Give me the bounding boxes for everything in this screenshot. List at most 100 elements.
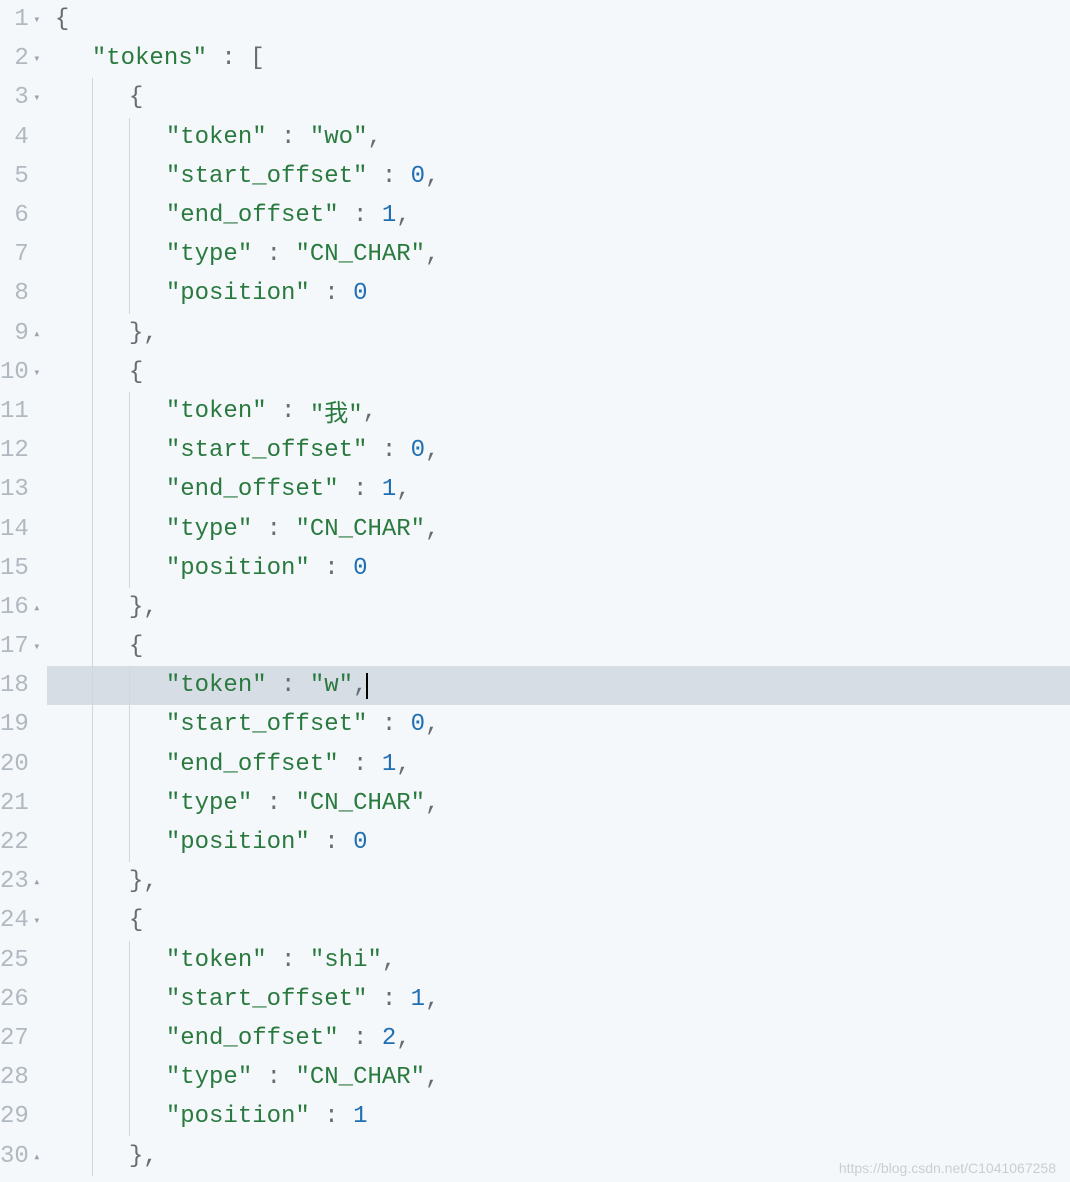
fold-toggle-icon[interactable]: ▾ [31, 51, 43, 66]
code-token: }, [129, 1143, 158, 1170]
line-number: 7 [14, 241, 28, 268]
code-line[interactable]: "token" : "shi", [47, 941, 1070, 980]
fold-toggle-icon[interactable]: ▾ [31, 365, 43, 380]
indent-guide [55, 157, 92, 196]
code-token: "w" [310, 672, 353, 699]
indent-guide [129, 823, 166, 862]
code-line[interactable]: "end_offset" : 1, [47, 745, 1070, 784]
indent-guide [55, 274, 92, 313]
code-line[interactable]: { [47, 353, 1070, 392]
line-number: 19 [0, 711, 29, 738]
gutter-row: 14 [0, 509, 47, 548]
code-line[interactable]: }, [47, 862, 1070, 901]
fold-collapse-up-icon[interactable]: ▴ [31, 326, 43, 341]
indent-guide [92, 1097, 129, 1136]
indent-guide [129, 705, 166, 744]
indent-guide [129, 196, 166, 235]
code-token: 1 [382, 751, 396, 778]
code-line[interactable]: }, [47, 314, 1070, 353]
indent-guide [55, 666, 92, 705]
indent-guide [55, 78, 92, 117]
gutter-row: 10▾ [0, 353, 47, 392]
indent-guide [129, 470, 166, 509]
code-token: "CN_CHAR" [295, 241, 425, 268]
code-line[interactable]: { [47, 78, 1070, 117]
code-line[interactable]: "position" : 0 [47, 823, 1070, 862]
indent-guide [55, 705, 92, 744]
code-line[interactable]: }, [47, 588, 1070, 627]
code-token: "CN_CHAR" [295, 790, 425, 817]
indent-guide [92, 901, 129, 940]
indent-guide [55, 1136, 92, 1175]
code-line[interactable]: "end_offset" : 1, [47, 196, 1070, 235]
code-line[interactable]: "start_offset" : 0, [47, 431, 1070, 470]
code-line[interactable]: "type" : "CN_CHAR", [47, 784, 1070, 823]
code-token: , [425, 241, 439, 268]
indent-guide [55, 1097, 92, 1136]
code-line[interactable]: "start_offset" : 0, [47, 157, 1070, 196]
code-token: 1 [353, 1103, 367, 1130]
fold-toggle-icon[interactable]: ▾ [31, 913, 43, 928]
gutter-row: 18 [0, 666, 47, 705]
code-area[interactable]: {"tokens" : [{"token" : "wo","start_offs… [47, 0, 1070, 1182]
code-token: : [339, 202, 382, 229]
indent-guide [92, 1136, 129, 1175]
fold-collapse-up-icon[interactable]: ▴ [31, 600, 43, 615]
code-line[interactable]: { [47, 901, 1070, 940]
indent-guide [55, 627, 92, 666]
indent-guide [55, 353, 92, 392]
indent-guide [92, 235, 129, 274]
code-token: "type" [166, 241, 252, 268]
code-token: 1 [382, 202, 396, 229]
code-line[interactable]: "type" : "CN_CHAR", [47, 1058, 1070, 1097]
indent-guide [92, 941, 129, 980]
code-line[interactable]: "position" : 1 [47, 1097, 1070, 1136]
gutter-row: 30▴ [0, 1136, 47, 1175]
code-line[interactable]: "tokens" : [ [47, 39, 1070, 78]
line-number: 12 [0, 437, 29, 464]
line-number: 2 [14, 45, 28, 72]
indent-guide [55, 470, 92, 509]
code-line[interactable]: "end_offset" : 2, [47, 1019, 1070, 1058]
indent-guide [92, 274, 129, 313]
indent-guide [92, 588, 129, 627]
indent-guide [55, 588, 92, 627]
code-line[interactable]: "start_offset" : 0, [47, 705, 1070, 744]
indent-guide [55, 392, 92, 431]
line-number: 13 [0, 476, 29, 503]
code-line[interactable]: "type" : "CN_CHAR", [47, 509, 1070, 548]
fold-collapse-up-icon[interactable]: ▴ [31, 1149, 43, 1164]
code-line[interactable]: { [47, 627, 1070, 666]
code-editor[interactable]: 1▾2▾3▾456789▴10▾111213141516▴17▾18192021… [0, 0, 1070, 1182]
indent-guide [55, 509, 92, 548]
fold-toggle-icon[interactable]: ▾ [31, 639, 43, 654]
code-line[interactable]: "end_offset" : 1, [47, 470, 1070, 509]
code-line[interactable]: "position" : 0 [47, 274, 1070, 313]
code-token: { [55, 6, 69, 33]
fold-toggle-icon[interactable]: ▾ [31, 90, 43, 105]
code-line[interactable]: "token" : "wo", [47, 118, 1070, 157]
indent-guide [92, 118, 129, 157]
code-line[interactable]: "type" : "CN_CHAR", [47, 235, 1070, 274]
code-line[interactable]: "token" : "w", [47, 666, 1070, 705]
code-line[interactable]: "start_offset" : 1, [47, 980, 1070, 1019]
code-token: 0 [353, 280, 367, 307]
code-line[interactable]: "token" : "我", [47, 392, 1070, 431]
code-token: , [425, 163, 439, 190]
fold-collapse-up-icon[interactable]: ▴ [31, 874, 43, 889]
gutter-row: 24▾ [0, 901, 47, 940]
code-line[interactable]: "position" : 0 [47, 549, 1070, 588]
indent-guide [129, 118, 166, 157]
gutter-row: 20 [0, 745, 47, 784]
indent-guide [55, 862, 92, 901]
indent-guide [55, 1058, 92, 1097]
code-line[interactable]: { [47, 0, 1070, 39]
gutter-row: 6 [0, 196, 47, 235]
line-number: 30 [0, 1143, 29, 1170]
code-token: , [396, 1025, 410, 1052]
code-token: "tokens" [92, 45, 207, 72]
code-token: : [ [207, 45, 265, 72]
fold-toggle-icon[interactable]: ▾ [31, 12, 43, 27]
code-token: : [252, 1064, 295, 1091]
code-token: "type" [166, 516, 252, 543]
